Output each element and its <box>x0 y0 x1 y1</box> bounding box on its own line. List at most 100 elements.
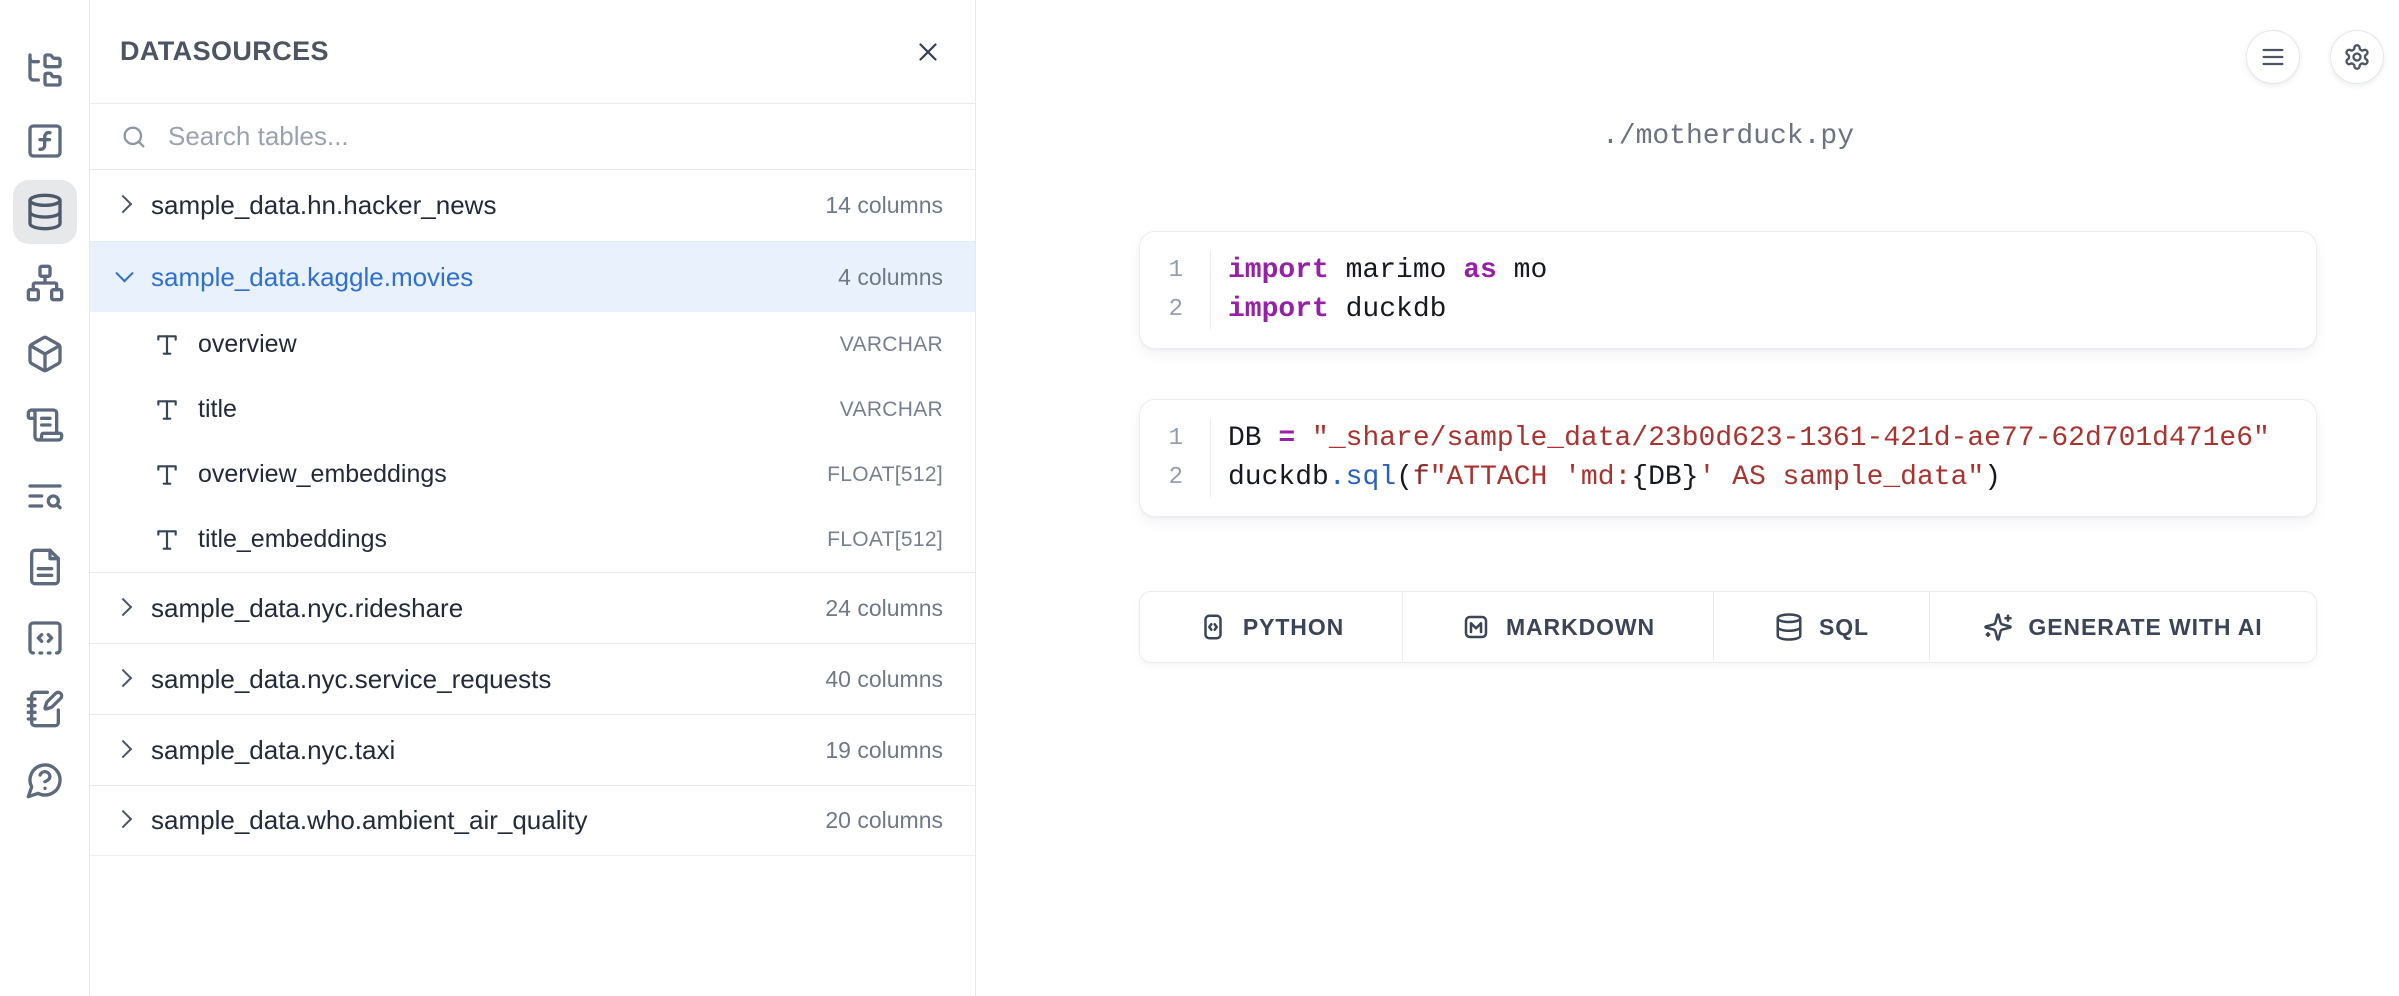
add-sql-cell-button[interactable]: SQL <box>1714 592 1930 662</box>
settings-button[interactable] <box>2330 30 2384 84</box>
chevron-right-icon <box>114 668 132 686</box>
button-label: SQL <box>1819 614 1869 641</box>
rail-logs-button[interactable] <box>13 464 77 528</box>
code-line[interactable]: 1 DB = "_share/sample_data/23b0d623-1361… <box>1140 419 2296 458</box>
rail-packages-button[interactable] <box>13 322 77 386</box>
notebook-cells: ./motherduck.py 1 import marimo as mo 2 … <box>1139 0 2317 663</box>
line-number: 2 <box>1140 290 1211 329</box>
table-column-count: 4 columns <box>838 264 943 291</box>
package-box-icon <box>25 334 65 374</box>
table-name: sample_data.nyc.taxi <box>151 735 809 766</box>
column-name: title_embeddings <box>198 525 809 554</box>
table-column-count: 20 columns <box>825 807 943 834</box>
add-python-cell-button[interactable]: PYTHON <box>1140 592 1403 662</box>
scroll-icon <box>25 405 65 445</box>
chevron-right-icon <box>114 810 132 828</box>
table-search-bar <box>90 104 975 170</box>
table-name: sample_data.kaggle.movies <box>151 262 822 293</box>
rail-snippets-button[interactable] <box>13 535 77 599</box>
table-column-count: 19 columns <box>825 737 943 764</box>
table-column-count: 24 columns <box>825 595 943 622</box>
rail-datasources-button[interactable] <box>13 180 77 244</box>
code-line[interactable]: 2 duckdb.sql(f"ATTACH 'md:{DB}' AS sampl… <box>1140 458 2296 497</box>
text-type-icon <box>154 527 180 553</box>
sparkles-icon <box>1983 612 2013 642</box>
add-cell-bar: PYTHON MARKDOWN SQL GENERATE WITH AI <box>1139 591 2317 663</box>
table-row[interactable]: sample_data.hn.hacker_news 14 columns <box>90 170 975 241</box>
tables-list: sample_data.hn.hacker_news 14 columns sa… <box>90 170 975 996</box>
chevron-right-icon <box>114 597 132 615</box>
table-column-count: 14 columns <box>825 192 943 219</box>
column-row[interactable]: overview_embeddings FLOAT[512] <box>90 442 975 507</box>
generate-with-ai-button[interactable]: GENERATE WITH AI <box>1930 592 2316 662</box>
text-type-icon <box>154 332 180 358</box>
datasources-panel: DATASOURCES sample_data.hn.hacker_news 1… <box>90 0 976 996</box>
search-icon <box>120 123 148 151</box>
table-row-selected[interactable]: sample_data.kaggle.movies 4 columns <box>90 241 975 312</box>
code-content: DB = "_share/sample_data/23b0d623-1361-4… <box>1211 419 2270 458</box>
table-row[interactable]: sample_data.nyc.taxi 19 columns <box>90 714 975 785</box>
column-row[interactable]: title_embeddings FLOAT[512] <box>90 507 975 572</box>
column-name: overview <box>198 330 822 359</box>
code-line[interactable]: 1 import marimo as mo <box>1140 251 2296 290</box>
table-row[interactable]: sample_data.nyc.rideshare 24 columns <box>90 572 975 643</box>
help-bubble-icon <box>25 760 65 800</box>
database-icon <box>25 192 65 232</box>
close-icon <box>913 37 943 67</box>
column-row[interactable]: overview VARCHAR <box>90 312 975 377</box>
notebook-pen-icon <box>25 689 65 729</box>
line-number: 1 <box>1140 419 1211 458</box>
code-cell: 1 DB = "_share/sample_data/23b0d623-1361… <box>1139 399 2317 517</box>
function-square-icon <box>25 121 65 161</box>
database-icon <box>1774 612 1804 642</box>
table-row[interactable]: sample_data.who.ambient_air_quality 20 c… <box>90 785 975 856</box>
panel-title: DATASOURCES <box>120 36 329 67</box>
chevron-down-icon <box>115 264 133 282</box>
table-name: sample_data.who.ambient_air_quality <box>151 805 809 836</box>
text-type-icon <box>154 397 180 423</box>
notebook-filename: ./motherduck.py <box>1139 121 2317 152</box>
chevron-right-icon <box>114 195 132 213</box>
table-name: sample_data.nyc.service_requests <box>151 664 809 695</box>
close-panel-button[interactable] <box>913 37 943 67</box>
column-type: FLOAT[512] <box>827 463 943 487</box>
code-content: import marimo as mo <box>1211 251 1547 290</box>
column-name: title <box>198 395 822 424</box>
column-row[interactable]: title VARCHAR <box>90 377 975 442</box>
rail-help-button[interactable] <box>13 748 77 812</box>
list-search-icon <box>25 476 65 516</box>
rail-notebook-button[interactable] <box>13 677 77 741</box>
panel-header: DATASOURCES <box>90 0 975 104</box>
line-number: 2 <box>1140 458 1211 497</box>
column-type: FLOAT[512] <box>827 528 943 552</box>
table-name: sample_data.nyc.rideshare <box>151 593 809 624</box>
chevron-right-icon <box>114 739 132 757</box>
code-line[interactable]: 2 import duckdb <box>1140 290 2296 329</box>
column-type: VARCHAR <box>840 333 943 357</box>
line-number: 1 <box>1140 251 1211 290</box>
search-input[interactable] <box>166 120 945 153</box>
rail-file-explorer-button[interactable] <box>13 38 77 102</box>
file-text-icon <box>25 547 65 587</box>
button-label: GENERATE WITH AI <box>2028 614 2262 641</box>
rail-dependencies-button[interactable] <box>13 251 77 315</box>
button-label: PYTHON <box>1243 614 1344 641</box>
button-label: MARKDOWN <box>1506 614 1655 641</box>
column-type: VARCHAR <box>840 398 943 422</box>
table-name: sample_data.hn.hacker_news <box>151 190 809 221</box>
notebook-main: ./motherduck.py 1 import marimo as mo 2 … <box>976 0 2399 996</box>
code-cell: 1 import marimo as mo 2 import duckdb <box>1139 231 2317 349</box>
rail-variables-button[interactable] <box>13 109 77 173</box>
rail-scratchpad-button[interactable] <box>13 606 77 670</box>
table-column-count: 40 columns <box>825 666 943 693</box>
markdown-icon <box>1461 612 1491 642</box>
left-icon-rail <box>0 0 90 996</box>
table-row[interactable]: sample_data.nyc.service_requests 40 colu… <box>90 643 975 714</box>
code-square-icon <box>25 618 65 658</box>
rail-documentation-button[interactable] <box>13 393 77 457</box>
text-type-icon <box>154 462 180 488</box>
app-root: DATASOURCES sample_data.hn.hacker_news 1… <box>0 0 2399 996</box>
add-markdown-cell-button[interactable]: MARKDOWN <box>1403 592 1714 662</box>
python-code-icon <box>1198 612 1228 642</box>
gear-icon <box>2343 43 2371 71</box>
